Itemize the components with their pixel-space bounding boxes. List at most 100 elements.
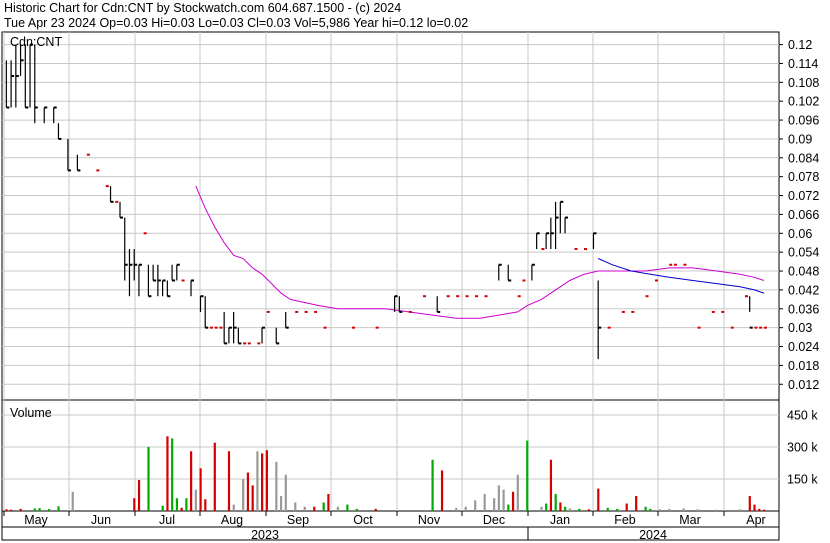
volume-axis: 450 k 300 k 150 k — [787, 408, 818, 486]
price-tick-label: 0.114 — [788, 57, 818, 71]
price-tick-label: 0.012 — [788, 378, 819, 392]
volume-bar — [133, 498, 136, 511]
volume-bar — [483, 493, 486, 511]
volume-bar — [33, 508, 36, 511]
price-tick-label: 0.048 — [788, 265, 819, 279]
volume-bar — [559, 502, 562, 511]
month-label: Jul — [159, 513, 175, 527]
volume-bar — [616, 508, 619, 511]
volume-bar — [5, 509, 8, 511]
volume-bar — [511, 491, 515, 511]
price-tick-label: 0.12 — [788, 38, 812, 52]
price-tick-label: 0.024 — [788, 340, 819, 354]
volume-bar — [213, 442, 216, 511]
volume-bar — [265, 450, 268, 511]
volume-bar — [431, 459, 434, 511]
volume-bar — [190, 451, 193, 511]
volume-bar — [19, 508, 22, 511]
volume-tick-label: 450 k — [787, 408, 818, 422]
month-label: Feb — [614, 513, 636, 527]
volume-bar — [161, 505, 164, 511]
volume-bar — [526, 440, 529, 511]
month-label: May — [24, 513, 48, 527]
month-label: Oct — [353, 513, 373, 527]
volume-bar — [668, 508, 671, 511]
price-tick-label: 0.084 — [788, 151, 819, 165]
price-tick-label: 0.054 — [788, 246, 819, 260]
volume-bar — [739, 509, 742, 511]
volume-bar — [545, 503, 548, 511]
volume-bar — [171, 438, 174, 511]
volume-bar — [251, 485, 254, 511]
volume-bar — [327, 493, 330, 511]
volume-bar — [464, 506, 467, 511]
volume-bar — [313, 506, 316, 511]
volume-tick-label: 300 k — [787, 440, 818, 454]
volume-bar — [507, 504, 510, 511]
volume-bar — [374, 508, 377, 511]
price-tick-label: 0.108 — [788, 76, 819, 90]
volume-bar — [729, 509, 732, 511]
price-tick-label: 0.03 — [788, 321, 812, 335]
volume-bar — [493, 498, 496, 511]
volume-bar — [137, 480, 141, 511]
volume-bar — [242, 478, 245, 511]
volume-bar — [180, 507, 183, 511]
price-panel — [1, 31, 780, 401]
volume-bar — [232, 504, 235, 511]
volume-bar — [284, 474, 287, 511]
volume-bar — [355, 508, 358, 511]
price-tick-label: 0.018 — [788, 359, 819, 373]
volume-bar — [516, 474, 519, 511]
month-label: Dec — [483, 513, 505, 527]
volume-bar — [497, 485, 500, 511]
volume-bar — [246, 472, 250, 511]
month-label: Mar — [679, 513, 701, 527]
volume-bar — [635, 496, 638, 511]
volume-bar — [564, 506, 567, 511]
volume-bar — [336, 506, 339, 511]
volume-bar — [303, 506, 306, 511]
month-label: Nov — [418, 513, 441, 527]
volume-bar — [597, 488, 600, 511]
price-tick-label: 0.096 — [788, 114, 819, 128]
volume-bar — [455, 507, 458, 511]
year-label: 2024 — [639, 528, 667, 542]
volume-bar — [696, 509, 699, 511]
volume-bar — [658, 509, 661, 511]
volume-bar — [294, 502, 297, 511]
volume-bar — [649, 508, 652, 511]
price-tick-label: 0.06 — [788, 227, 812, 241]
volume-bar — [440, 470, 444, 511]
volume-bar — [474, 500, 477, 511]
price-volume-chart: 0.12 0.114 0.108 0.102 0.096 0.09 0.084 0.078 0.… — [1, 31, 819, 542]
volume-bar — [762, 509, 766, 511]
volume-bar — [568, 508, 571, 511]
volume-bar — [275, 461, 278, 511]
price-tick-label: 0.102 — [788, 95, 819, 109]
volume-bar — [256, 451, 259, 511]
volume-bar — [279, 496, 283, 511]
volume-bar — [147, 446, 150, 511]
volume-bar — [540, 506, 543, 511]
price-tick-label: 0.036 — [788, 302, 819, 316]
month-label: Apr — [746, 513, 765, 527]
volume-bar — [199, 468, 202, 511]
volume-bar — [758, 508, 761, 511]
price-tick-label: 0.066 — [788, 208, 819, 222]
volume-bar — [38, 508, 41, 511]
volume-bar — [204, 499, 207, 511]
volume-bar — [644, 506, 647, 511]
volume-bar — [175, 498, 179, 511]
volume-bar — [346, 504, 349, 511]
month-label: Aug — [221, 513, 243, 527]
volume-label: Volume — [10, 406, 52, 420]
volume-bar — [261, 453, 264, 511]
volume-panel — [1, 399, 780, 512]
price-tick-label: 0.09 — [788, 132, 812, 146]
volume-bar — [185, 498, 188, 511]
year-label: 2023 — [251, 528, 279, 542]
symbol-label: Cdn:CNT — [10, 35, 62, 49]
volume-bar — [682, 508, 685, 511]
volume-bar — [10, 509, 13, 511]
